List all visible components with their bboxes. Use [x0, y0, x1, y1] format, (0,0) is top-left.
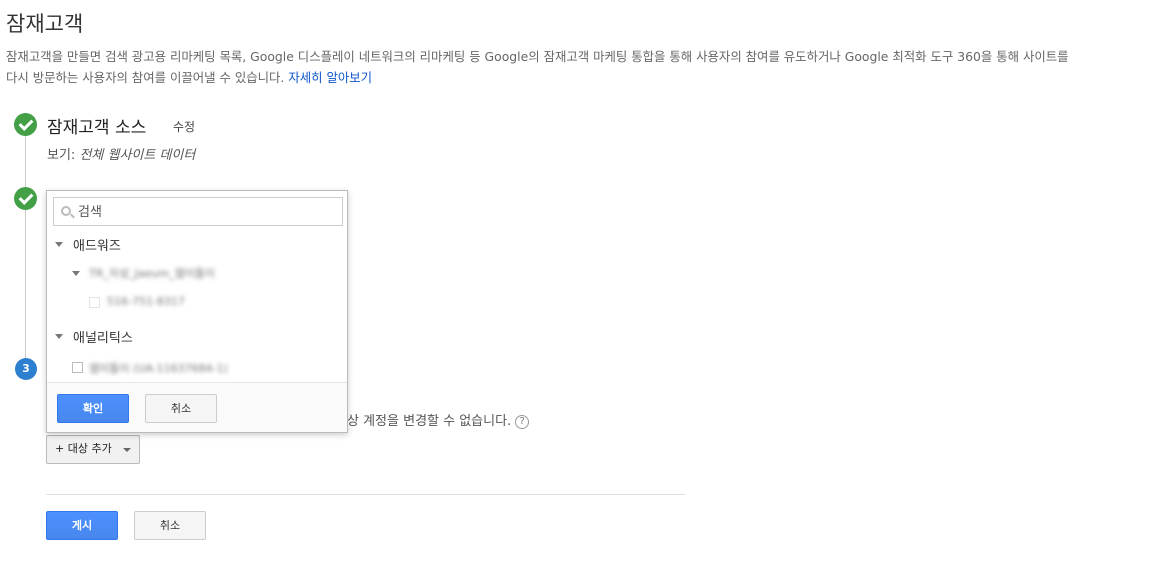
- analytics-group-label[interactable]: 애널리틱스: [73, 327, 133, 346]
- chevron-down-icon: [123, 448, 131, 452]
- intro-line-1: 잠재고객을 만들면 검색 광고용 리마케팅 목록, Google 디스플레이 네…: [6, 49, 1069, 64]
- dropdown-footer: 확인 취소: [47, 382, 347, 432]
- step3-number-badge: 3: [15, 358, 37, 380]
- target-account-note: 상 계정을 변경할 수 없습니다.?: [347, 410, 530, 429]
- step2-check-icon: [14, 187, 37, 210]
- publish-button[interactable]: 게시: [46, 511, 118, 540]
- cancel-button[interactable]: 취소: [134, 511, 206, 540]
- confirm-button[interactable]: 확인: [57, 394, 129, 423]
- help-icon[interactable]: ?: [515, 414, 530, 429]
- section-divider: [46, 494, 685, 495]
- analytics-property-label[interactable]: 웹이틀이 (UA-11637684-1): [89, 360, 228, 376]
- step1-title: 잠재고객 소스: [47, 118, 147, 138]
- analytics-toggle-icon[interactable]: [55, 334, 63, 339]
- adwords-group-label[interactable]: 애드워즈: [73, 235, 121, 254]
- adwords-toggle-icon[interactable]: [55, 242, 63, 247]
- search-input[interactable]: [78, 202, 338, 222]
- intro-text: 잠재고객을 만들면 검색 광고용 리마케팅 목록, Google 디스플레이 네…: [6, 46, 1166, 88]
- learn-more-link[interactable]: 자세히 알아보기: [288, 70, 372, 85]
- step1-edit-link[interactable]: 수정: [173, 118, 195, 135]
- add-target-button[interactable]: + 대상 추가: [46, 435, 140, 464]
- adwords-account-label[interactable]: TR_자성_Jaeum_웹이틀이: [89, 265, 215, 281]
- page-title: 잠재고객: [6, 12, 84, 36]
- adwords-subaccount-checkbox[interactable]: [89, 297, 100, 308]
- target-account-dropdown: 애드워즈 TR_자성_Jaeum_웹이틀이 516-751-8317 애널리틱스…: [46, 190, 348, 433]
- adwords-subaccount-label[interactable]: 516-751-8317: [107, 295, 185, 308]
- analytics-property-checkbox[interactable]: [72, 362, 83, 373]
- search-box[interactable]: [53, 197, 343, 226]
- search-icon: [61, 206, 71, 216]
- intro-line-2: 다시 방문하는 사용자의 참여를 이끌어낼 수 있습니다. 자세히 알아보기: [6, 70, 373, 85]
- step1-check-icon: [14, 113, 37, 136]
- adwords-account-toggle-icon[interactable]: [72, 271, 80, 276]
- step1-view-label: 보기: 전체 웹사이트 데이터: [47, 148, 196, 163]
- add-target-label: + 대상 추가: [55, 442, 112, 455]
- dropdown-cancel-button[interactable]: 취소: [145, 394, 217, 423]
- step-connector-line: [25, 136, 26, 366]
